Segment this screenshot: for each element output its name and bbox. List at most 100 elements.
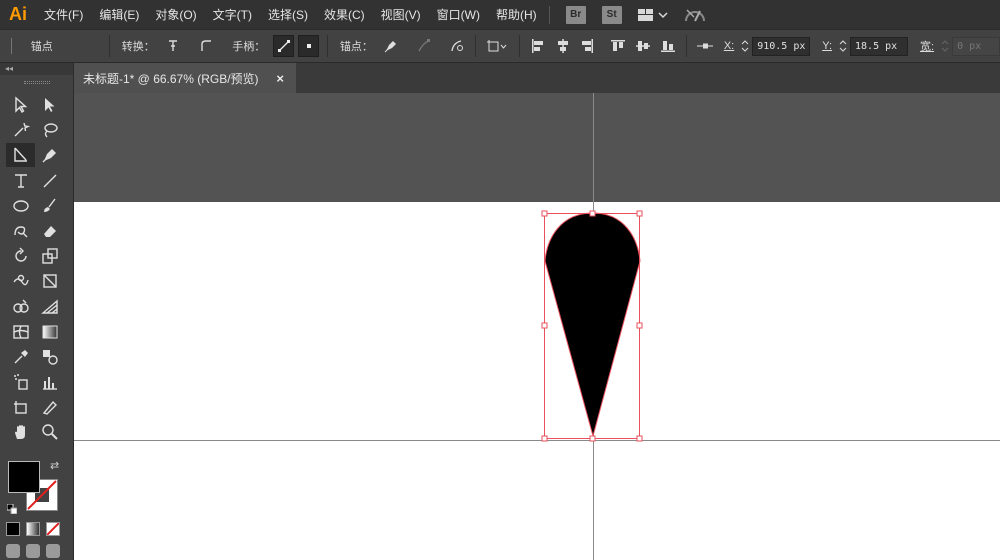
free-transform-tool-icon[interactable] [35, 269, 64, 293]
x-stepper[interactable] [738, 36, 752, 56]
document-tab-bar: 未标题-1* @ 66.67% (RGB/预览) × [74, 63, 1000, 93]
magic-wand-tool-icon[interactable] [6, 118, 35, 142]
stock-button[interactable]: St [601, 5, 622, 24]
menu-select[interactable]: 选择(S) [260, 0, 316, 29]
y-field: Y: [822, 36, 909, 56]
convert-label: 转换： [121, 41, 155, 53]
hide-handles-icon[interactable] [298, 35, 319, 57]
menu-effect[interactable]: 效果(C) [316, 0, 373, 29]
warp-tool-icon[interactable] [6, 269, 35, 293]
tool-row [6, 143, 66, 168]
width-field: 宽: [920, 36, 1000, 56]
document-tab[interactable]: 未标题-1* @ 66.67% (RGB/预览) × [74, 63, 296, 93]
shape-builder-tool-icon[interactable] [6, 295, 35, 319]
x-field: X: [723, 36, 811, 56]
gradient-mode-icon[interactable] [26, 522, 40, 536]
divider [518, 35, 520, 57]
x-input[interactable] [752, 36, 811, 56]
reference-point-icon[interactable] [695, 35, 716, 57]
menu-separator [548, 5, 550, 24]
rotate-tool-icon[interactable] [6, 244, 35, 268]
tool-row [6, 420, 66, 445]
show-handles-icon[interactable] [273, 35, 295, 57]
menu-file[interactable]: 文件(F) [36, 0, 91, 29]
toolbar-collapse-button[interactable]: ◂◂ [0, 63, 73, 75]
menu-edit[interactable]: 编辑(E) [91, 0, 147, 29]
document-tab-title: 未标题-1* @ 66.67% (RGB/预览) [83, 71, 259, 86]
canvas[interactable] [74, 93, 1000, 560]
tools-panel: ◂◂ ⇄ [0, 63, 74, 560]
tool-row [6, 345, 66, 370]
eraser-tool-icon[interactable] [35, 219, 64, 243]
perspective-grid-tool-icon[interactable] [35, 295, 64, 319]
remove-anchor-icon[interactable] [381, 35, 402, 57]
pen-tool-icon[interactable] [35, 143, 64, 167]
y-stepper[interactable] [836, 36, 850, 56]
app-logo: Ai [9, 4, 27, 24]
tool-grid [6, 93, 66, 446]
slice-tool-icon[interactable] [35, 395, 64, 419]
direct-selection-tool-icon[interactable] [35, 93, 64, 117]
scale-tool-icon[interactable] [35, 244, 64, 268]
toolbar-grip[interactable] [0, 75, 73, 89]
paintbrush-tool-icon[interactable] [35, 194, 64, 218]
swap-fill-stroke-icon[interactable]: ⇄ [50, 459, 59, 472]
draw-normal-icon[interactable] [6, 544, 20, 558]
default-fill-stroke-icon[interactable] [6, 501, 18, 515]
tool-row [6, 118, 66, 143]
bridge-button[interactable]: Br [565, 5, 586, 24]
artboard-tool-icon[interactable] [6, 395, 35, 419]
draw-behind-icon[interactable] [26, 544, 40, 558]
tool-row [6, 219, 66, 244]
cut-path-icon[interactable] [446, 35, 467, 57]
draw-inside-icon[interactable] [46, 544, 60, 558]
line-anchor-tool-icon[interactable] [6, 143, 35, 168]
mesh-tool-icon[interactable] [6, 320, 35, 344]
align-bottom-icon[interactable] [657, 35, 678, 57]
workspace-switcher-icon[interactable] [637, 8, 668, 22]
align-top-icon[interactable] [608, 35, 629, 57]
convert-to-corner-icon[interactable] [163, 35, 184, 57]
color-mode-icon[interactable] [6, 522, 20, 536]
fill-swatch[interactable] [8, 461, 40, 493]
control-bar: 锚点 转换： 手柄： 锚点： X: 910.5 px Y: 18.5 px 宽:… [0, 29, 1000, 63]
shaper-tool-icon[interactable] [6, 219, 35, 243]
y-label: Y: [822, 40, 833, 52]
none-mode-icon[interactable] [46, 522, 60, 536]
y-input[interactable] [850, 36, 909, 56]
hand-tool-icon[interactable] [6, 420, 35, 444]
gradient-tool-icon[interactable] [35, 320, 64, 344]
line-segment-tool-icon[interactable] [35, 169, 64, 193]
column-graph-tool-icon[interactable] [35, 370, 64, 394]
type-tool-icon[interactable] [6, 169, 35, 193]
menu-object[interactable]: 对象(O) [147, 0, 204, 29]
menu-view[interactable]: 视图(V) [373, 0, 429, 29]
anchors-label: 锚点： [339, 41, 373, 53]
symbol-sprayer-tool-icon[interactable] [6, 370, 35, 394]
eyedropper-tool-icon[interactable] [6, 345, 35, 369]
divider [686, 35, 688, 57]
panel-grip-icon[interactable] [2, 35, 23, 57]
convert-to-smooth-icon[interactable] [195, 35, 216, 57]
transform-menu-icon[interactable] [484, 35, 510, 57]
divider [108, 35, 110, 57]
align-right-icon[interactable] [577, 35, 598, 57]
ellipse-tool-icon[interactable] [6, 194, 35, 218]
lasso-tool-icon[interactable] [35, 118, 64, 142]
gpu-performance-icon[interactable] [684, 7, 706, 23]
anchor-panel-label: 锚点 [30, 41, 53, 53]
close-icon[interactable]: × [276, 71, 284, 86]
menu-window[interactable]: 窗口(W) [429, 0, 488, 29]
zoom-tool-icon[interactable] [35, 420, 64, 444]
x-label: X: [723, 40, 735, 52]
menu-type[interactable]: 文字(T) [205, 0, 260, 29]
align-horizontal-center-icon[interactable] [552, 35, 573, 57]
menu-bar: Ai 文件(F) 编辑(E) 对象(O) 文字(T) 选择(S) 效果(C) 视… [0, 0, 1000, 29]
tool-row [6, 93, 66, 118]
blend-tool-icon[interactable] [35, 345, 64, 369]
width-label: 宽: [920, 41, 935, 53]
selection-tool-icon[interactable] [6, 93, 35, 117]
align-left-icon[interactable] [528, 35, 549, 57]
align-vertical-center-icon[interactable] [633, 35, 654, 57]
menu-help[interactable]: 帮助(H) [488, 0, 545, 29]
